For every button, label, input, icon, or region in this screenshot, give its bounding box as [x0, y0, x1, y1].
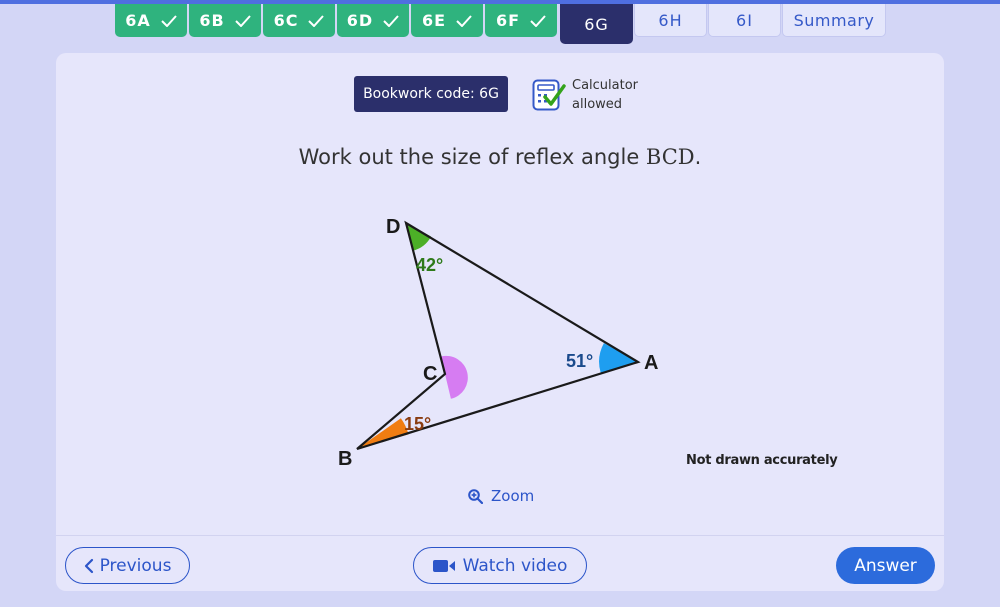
check-icon	[308, 14, 325, 27]
angle-b-sector	[357, 418, 409, 449]
tab-label: 6B	[199, 11, 225, 30]
video-camera-icon	[432, 559, 455, 572]
tab-label: 6D	[346, 11, 374, 30]
tab-6h[interactable]: 6H	[634, 4, 707, 37]
angle-label-d: 42°	[416, 255, 443, 275]
tab-label: 6A	[125, 11, 151, 30]
tab-label: 6H	[658, 10, 683, 30]
bookwork-code-badge: Bookwork code: 6G	[354, 76, 508, 112]
check-icon	[530, 14, 546, 27]
calculator-line-2: allowed	[572, 97, 623, 112]
calculator-allowed-icon	[532, 79, 566, 111]
previous-label: Previous	[99, 555, 172, 576]
tab-6d[interactable]: 6D	[337, 4, 409, 37]
tab-label: Summary	[793, 10, 875, 30]
tab-label: 6F	[495, 11, 521, 30]
vertex-label-c: C	[423, 363, 437, 385]
angle-label-b: 15°	[404, 414, 431, 434]
not-drawn-accurately-note: Not drawn accurately	[686, 453, 838, 468]
question-math: BCD	[645, 145, 695, 169]
question-suffix: .	[694, 145, 702, 169]
watch-video-button[interactable]: Watch video	[413, 547, 587, 584]
tab-6c[interactable]: 6C	[263, 4, 335, 37]
angle-label-a: 51°	[566, 351, 593, 371]
watch-video-label: Watch video	[462, 555, 568, 576]
tab-summary[interactable]: Summary	[782, 4, 886, 37]
chevron-left-icon	[84, 558, 93, 573]
tab-6b[interactable]: 6B	[189, 4, 261, 37]
question-text: Work out the size of reflex angle BCD.	[56, 145, 944, 169]
footer-divider	[56, 535, 944, 536]
check-icon	[161, 14, 177, 27]
zoom-in-icon	[468, 488, 483, 504]
quadrilateral-outline	[356, 220, 641, 451]
tab-6f[interactable]: 6F	[485, 4, 557, 37]
tab-6g[interactable]: 6G	[560, 4, 633, 44]
calculator-line-1: Calculator	[572, 78, 639, 93]
vertex-label-b: B	[338, 448, 352, 470]
answer-button[interactable]: Answer	[836, 547, 935, 584]
vertex-label-d: D	[386, 216, 400, 238]
tab-label: 6G	[584, 14, 609, 34]
vertex-label-a: A	[644, 352, 658, 374]
tab-6a[interactable]: 6A	[115, 4, 187, 37]
check-icon	[456, 14, 472, 27]
tab-label: 6E	[421, 11, 447, 30]
question-card: Bookwork code: 6G Calculator allowed Wor…	[56, 53, 944, 591]
tab-6e[interactable]: 6E	[411, 4, 483, 37]
previous-button[interactable]: Previous	[65, 547, 190, 584]
tab-label: 6C	[273, 11, 299, 30]
check-icon	[234, 14, 251, 27]
check-icon	[383, 14, 399, 27]
answer-label: Answer	[854, 555, 917, 576]
question-prefix: Work out the size of reflex angle	[298, 145, 646, 169]
zoom-button[interactable]: Zoom	[468, 487, 534, 505]
tab-label: 6I	[736, 10, 753, 30]
angle-c-sector	[441, 355, 468, 399]
tab-6i[interactable]: 6I	[708, 4, 781, 37]
zoom-label: Zoom	[491, 487, 535, 505]
geometry-diagram: D A C B 42° 51° 15°	[338, 216, 658, 470]
calculator-status: Calculator allowed	[572, 76, 638, 114]
